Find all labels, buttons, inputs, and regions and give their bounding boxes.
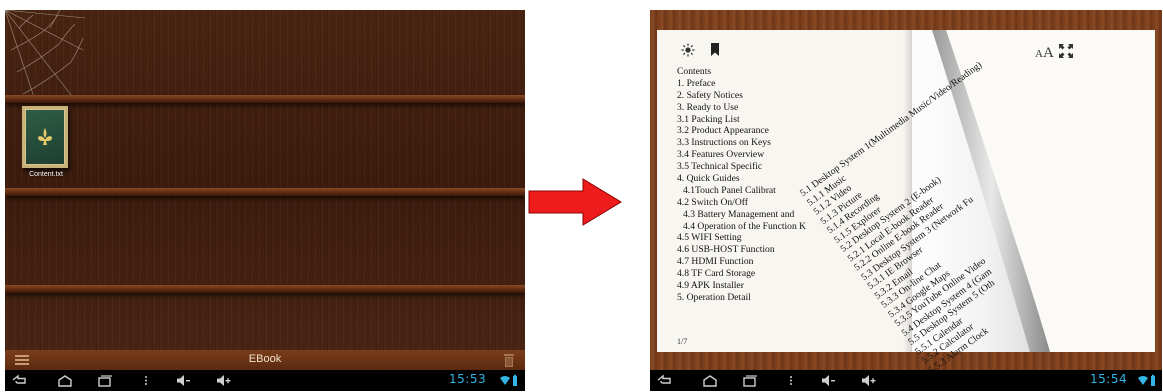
system-navbar: 15:54 bbox=[650, 370, 1162, 391]
home-icon[interactable] bbox=[702, 374, 718, 387]
composite-screenshot: Content.txt EBook 15:53 AA Contents 1. P… bbox=[0, 0, 1163, 392]
back-icon[interactable] bbox=[11, 374, 27, 387]
menu-dots-icon[interactable] bbox=[143, 374, 149, 387]
fleur-de-lis-icon bbox=[37, 128, 53, 145]
status-clock: 15:53 bbox=[449, 372, 487, 386]
recent-apps-icon[interactable] bbox=[97, 374, 113, 387]
app-title: EBook bbox=[248, 353, 282, 365]
arrow-icon bbox=[528, 178, 622, 226]
menu-dots-icon[interactable] bbox=[788, 374, 794, 387]
volume-up-icon[interactable] bbox=[860, 374, 876, 387]
book-caption[interactable]: Content.txt bbox=[17, 171, 75, 178]
web-icon bbox=[5, 10, 85, 100]
trash-icon[interactable] bbox=[503, 353, 515, 367]
reader-screen: AA Contents 1. Preface 2. Safety Notices 3.… bbox=[650, 10, 1162, 391]
back-icon[interactable] bbox=[656, 374, 672, 387]
page-number: 1/7 bbox=[677, 337, 688, 346]
volume-down-icon[interactable] bbox=[175, 374, 191, 387]
recent-apps-icon[interactable] bbox=[742, 374, 758, 387]
ebook-bottom-bar: EBook bbox=[5, 350, 525, 370]
battery-icon bbox=[1138, 374, 1155, 386]
system-navbar: 15:53 bbox=[5, 370, 525, 391]
shelf-plank bbox=[5, 95, 525, 103]
home-icon[interactable] bbox=[57, 374, 73, 387]
volume-up-icon[interactable] bbox=[215, 374, 231, 387]
shelf-plank bbox=[5, 285, 525, 293]
book-cover-art bbox=[25, 109, 65, 165]
wifi-icon bbox=[500, 374, 517, 386]
book-frame: AA Contents 1. Preface 2. Safety Notices 3.… bbox=[650, 10, 1162, 376]
volume-down-icon[interactable] bbox=[820, 374, 836, 387]
bookshelf: Content.txt bbox=[5, 10, 525, 350]
status-clock: 15:54 bbox=[1090, 372, 1128, 386]
bookshelf-screen: Content.txt EBook 15:53 bbox=[5, 10, 525, 391]
book-cover[interactable] bbox=[22, 106, 68, 168]
shelf-plank bbox=[5, 188, 525, 196]
